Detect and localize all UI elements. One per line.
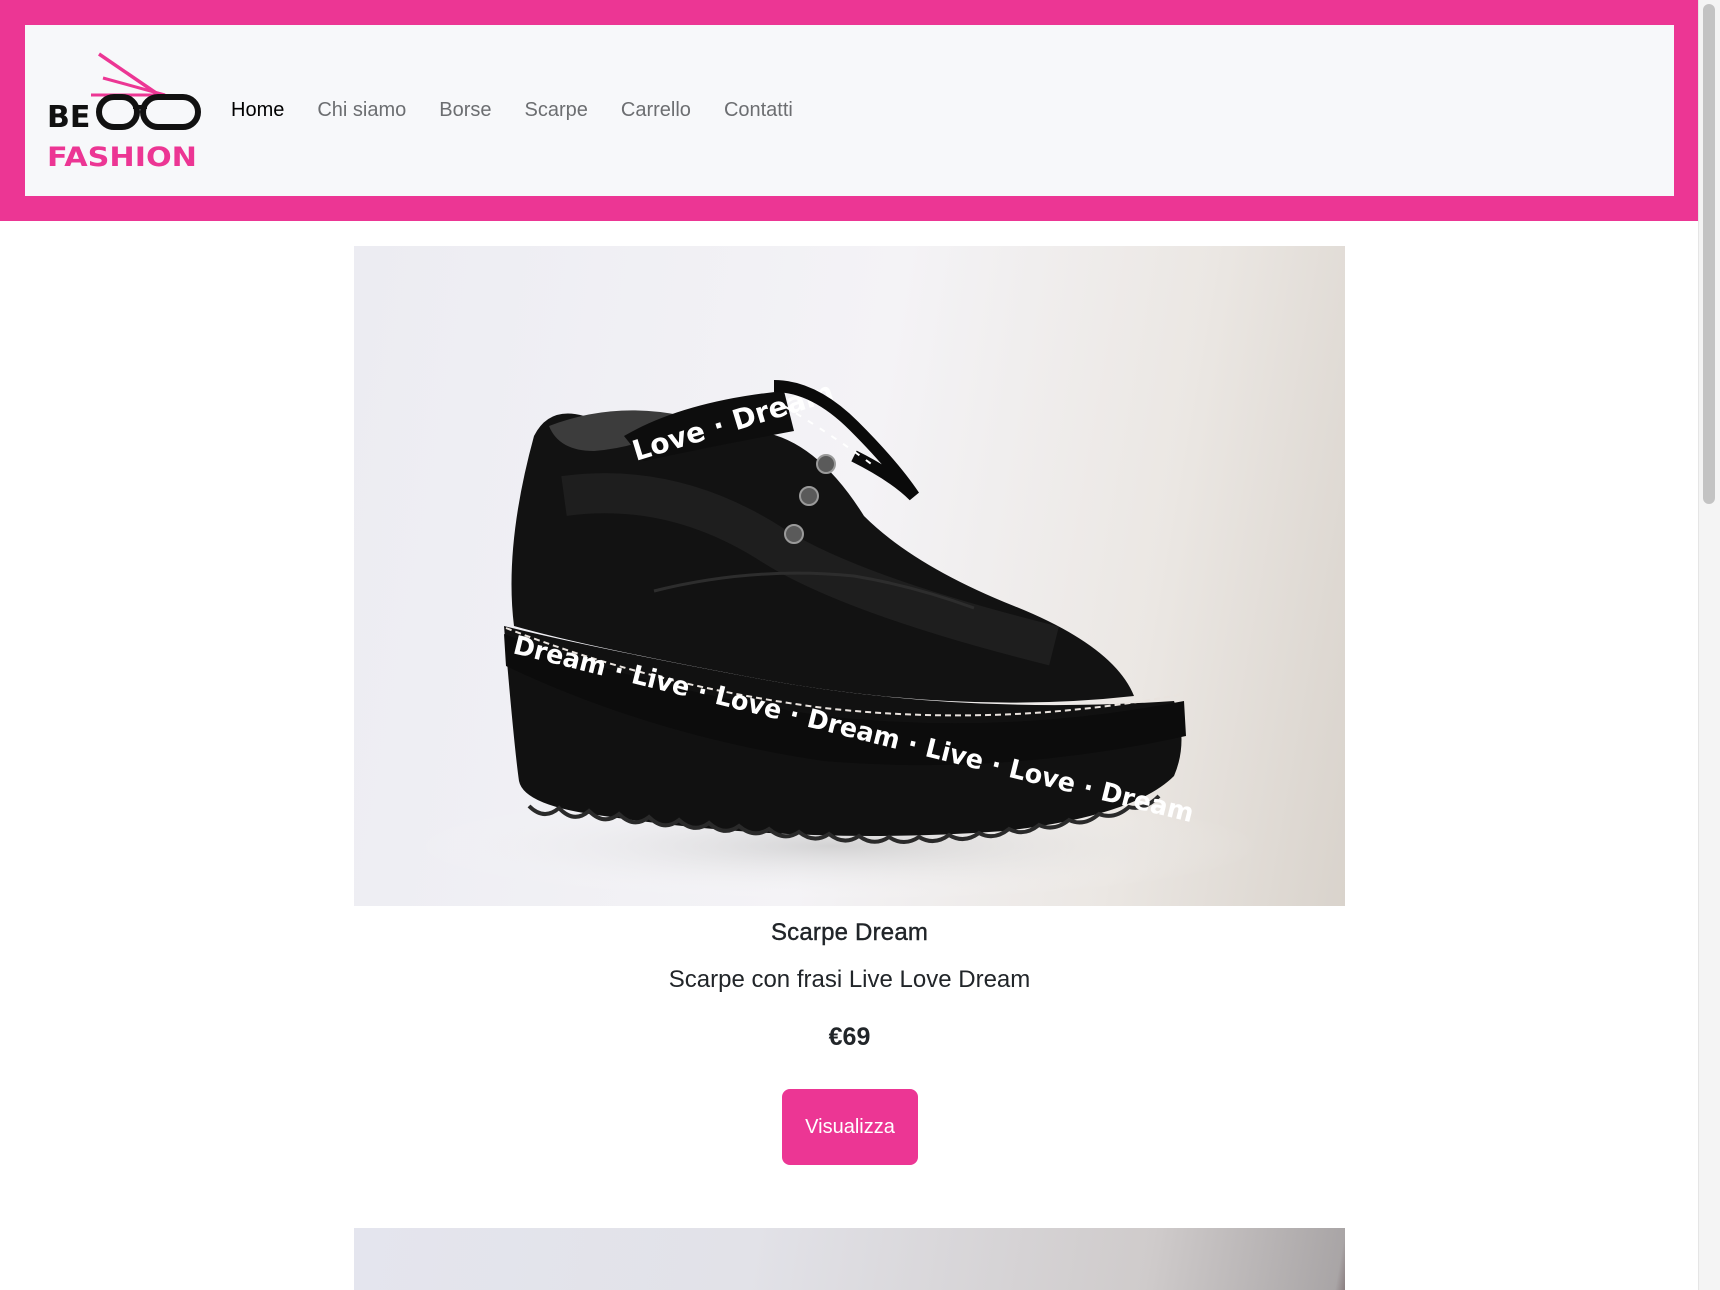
header-band: BE FASHION Home Chi siamo Borse Scarpe C… [0,0,1698,221]
nav-link-scarpe[interactable]: Scarpe [525,99,588,122]
product-card: Dream · Live · Love · Dream · Live · Lov… [354,246,1345,1165]
product-title: Scarpe Dream [770,919,929,946]
main-nav: Home Chi siamo Borse Scarpe Carrello Con… [231,25,826,196]
navbar: BE FASHION Home Chi siamo Borse Scarpe C… [25,25,1674,196]
nav-link-carrello[interactable]: Carrello [621,99,691,122]
view-product-button[interactable]: Visualizza [782,1089,918,1165]
svg-text:BE: BE [47,100,90,135]
brand-logo-graphic: BE FASHION [47,52,201,173]
product-description: Scarpe con frasi Live Love Dream [668,966,1031,993]
shoe-illustration: Dream · Live · Love · Dream · Live · Lov… [404,375,1264,901]
brand-logo[interactable]: BE FASHION [47,51,203,173]
svg-text:FASHION: FASHION [47,142,197,169]
product-price: €69 [828,1023,871,1051]
nav-link-home[interactable]: Home [231,99,284,122]
product-image: Dream · Live · Love · Dream · Live · Lov… [354,246,1345,906]
scrollbar-thumb[interactable] [1703,4,1715,504]
next-product-image [354,1228,1345,1290]
nav-link-chi-siamo[interactable]: Chi siamo [317,99,406,122]
nav-link-contatti[interactable]: Contatti [724,99,793,122]
nav-link-borse[interactable]: Borse [439,99,491,122]
